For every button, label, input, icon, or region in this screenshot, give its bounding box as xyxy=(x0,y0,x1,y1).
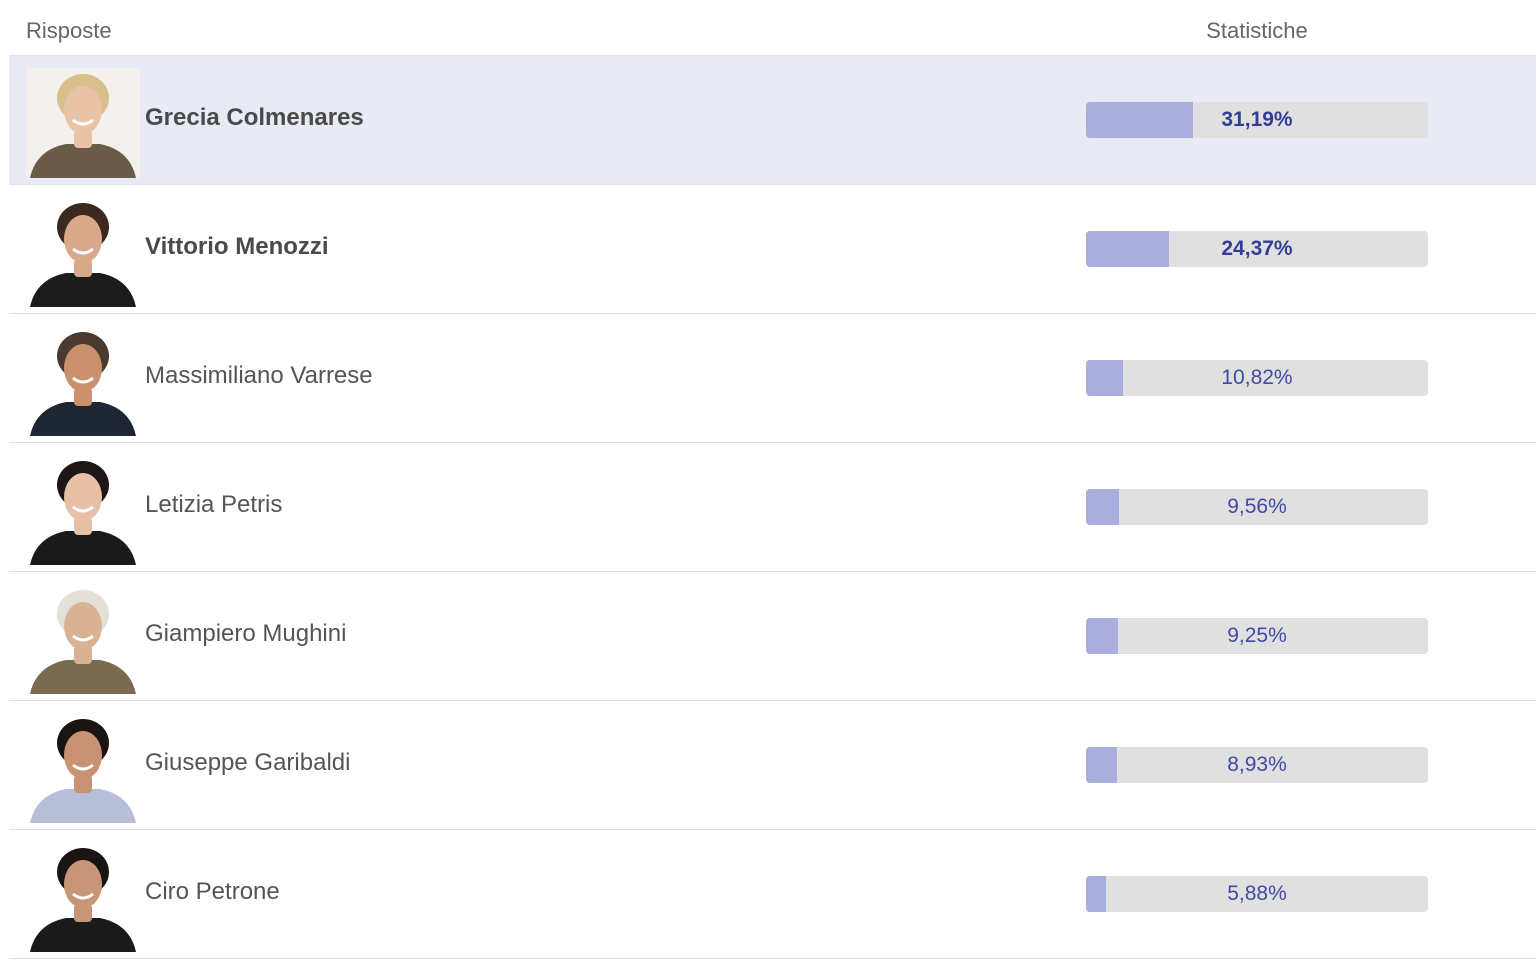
result-row[interactable]: Vittorio Menozzi 24,37% xyxy=(9,185,1536,314)
person-photo-icon xyxy=(26,326,140,436)
person-photo-icon xyxy=(26,584,140,694)
percentage-label: 5,88% xyxy=(1227,882,1287,905)
percentage-bar: 9,25% xyxy=(1086,618,1428,654)
percentage-label: 24,37% xyxy=(1221,237,1293,260)
poll-results-table: Risposte Statistiche Grecia Colmenares 3… xyxy=(0,0,1536,959)
result-row[interactable]: Letizia Petris 9,56% xyxy=(9,443,1536,572)
contestant-avatar xyxy=(26,584,140,694)
percentage-bar: 9,56% xyxy=(1086,489,1428,525)
person-photo-icon xyxy=(26,197,140,307)
contestant-name: Giampiero Mughini xyxy=(145,620,347,647)
percentage-bar: 5,88% xyxy=(1086,876,1428,912)
percentage-bar: 10,82% xyxy=(1086,360,1428,396)
percentage-bar: 31,19% xyxy=(1086,102,1428,138)
answers-column-header: Risposte xyxy=(26,18,112,43)
person-photo-icon xyxy=(26,455,140,565)
table-header: Risposte Statistiche xyxy=(9,0,1536,56)
contestant-name: Grecia Colmenares xyxy=(145,104,364,131)
contestant-name: Giuseppe Garibaldi xyxy=(145,749,351,776)
percentage-label: 9,25% xyxy=(1227,624,1287,647)
contestant-name: Massimiliano Varrese xyxy=(145,362,373,389)
contestant-avatar xyxy=(26,68,140,178)
person-photo-icon xyxy=(26,68,140,178)
contestant-name: Vittorio Menozzi xyxy=(145,233,329,260)
contestant-avatar xyxy=(26,326,140,436)
result-row[interactable]: Massimiliano Varrese 10,82% xyxy=(9,314,1536,443)
percentage-bar: 24,37% xyxy=(1086,231,1428,267)
result-row[interactable]: Giuseppe Garibaldi 8,93% xyxy=(9,701,1536,830)
percentage-label: 10,82% xyxy=(1221,366,1293,389)
result-row[interactable]: Giampiero Mughini 9,25% xyxy=(9,572,1536,701)
person-photo-icon xyxy=(26,713,140,823)
contestant-name: Ciro Petrone xyxy=(145,878,280,905)
contestant-avatar xyxy=(26,713,140,823)
result-row[interactable]: Ciro Petrone 5,88% xyxy=(9,830,1536,959)
contestant-avatar xyxy=(26,197,140,307)
percentage-label: 9,56% xyxy=(1227,495,1287,518)
percentage-bar: 8,93% xyxy=(1086,747,1428,783)
percentage-label: 31,19% xyxy=(1221,108,1293,131)
contestant-name: Letizia Petris xyxy=(145,491,283,518)
result-row[interactable]: Grecia Colmenares 31,19% xyxy=(9,56,1536,185)
person-photo-icon xyxy=(26,842,140,952)
results-list: Grecia Colmenares 31,19% Vittorio Menozz… xyxy=(0,56,1536,959)
contestant-avatar xyxy=(26,455,140,565)
contestant-avatar xyxy=(26,842,140,952)
statistics-column-header: Statistiche xyxy=(1206,18,1308,43)
percentage-label: 8,93% xyxy=(1227,753,1287,776)
